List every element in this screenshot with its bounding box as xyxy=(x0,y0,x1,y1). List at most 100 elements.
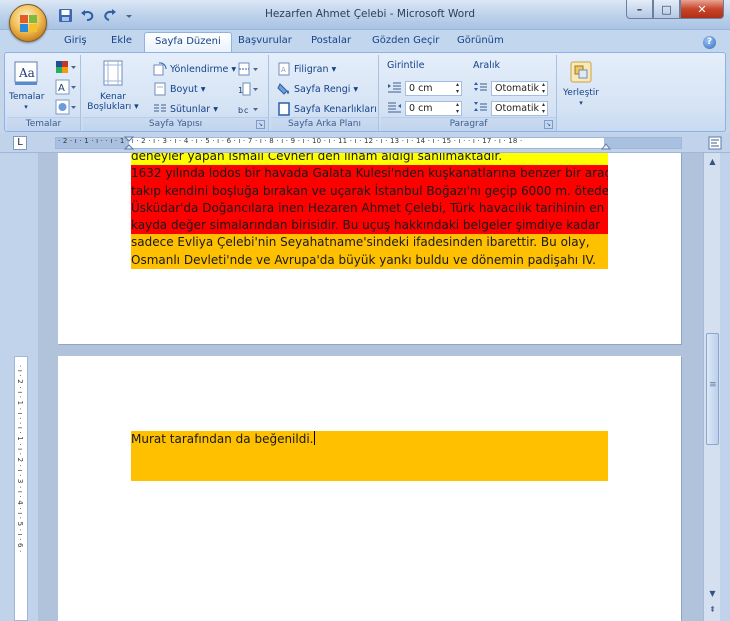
tab-gozden-gecir[interactable]: Gözden Geçir xyxy=(372,35,439,46)
svg-text:1: 1 xyxy=(238,86,243,95)
page-1[interactable]: deneyler yapan İsmail Cevheri den ilham … xyxy=(58,153,681,344)
space-before-icon xyxy=(474,82,487,91)
tab-ekle[interactable]: Ekle xyxy=(111,35,132,46)
page-borders-label: Sayfa Kenarlıkları xyxy=(294,103,377,115)
paragraph-launcher-icon[interactable]: ↘ xyxy=(544,120,553,129)
size-button[interactable]: Boyut ▾ xyxy=(153,81,206,97)
right-indent-icon[interactable] xyxy=(601,140,611,150)
tab-selector-icon[interactable]: L xyxy=(13,136,27,150)
first-line-indent-icon[interactable] xyxy=(124,136,134,150)
text-line: Osmanlı Devleti'nde ve Avrupa'da büyük y… xyxy=(131,251,608,270)
svg-text:A: A xyxy=(58,83,65,94)
group-yerlestir: Yerleştir ▾ xyxy=(559,55,603,131)
close-button[interactable]: ✕ xyxy=(680,0,724,19)
space-before-spinner[interactable]: Otomatik xyxy=(473,80,548,96)
margins-label-1: Kenar xyxy=(100,92,126,102)
indent-left-value[interactable]: 0 cm xyxy=(405,80,462,96)
svg-text:A: A xyxy=(281,66,286,74)
tab-postalar[interactable]: Postalar xyxy=(311,35,351,46)
hyphenation-icon[interactable]: bc xyxy=(238,101,260,117)
orientation-label: Yönlendirme xyxy=(170,63,229,75)
columns-icon xyxy=(154,104,166,112)
tab-sayfa-duzeni[interactable]: Sayfa Düzeni xyxy=(144,32,232,53)
watermark-text: dijitalders.com xyxy=(301,515,485,539)
orientation-button[interactable]: Yönlendirme ▾ xyxy=(153,61,236,77)
group-label-paragraf: Paragraf xyxy=(381,117,556,131)
word-window: Hezarfen Ahmet Çelebi - Microsoft Word –… xyxy=(0,0,730,621)
minimize-button[interactable]: – xyxy=(626,0,653,19)
tab-basvurular[interactable]: Başvurular xyxy=(238,35,292,46)
size-icon xyxy=(154,82,166,96)
page-color-icon xyxy=(277,83,289,95)
margins-button[interactable]: Kenar Boşlukları ▾ xyxy=(85,59,141,112)
orientation-icon xyxy=(153,62,167,76)
space-after-value[interactable]: Otomatik xyxy=(491,100,548,116)
group-temalar: Aa Temalar ▾ A Temalar xyxy=(7,55,81,131)
document-area: deneyler yapan İsmail Cevheri den ilham … xyxy=(38,153,703,621)
themes-button[interactable]: Aa Temalar ▾ xyxy=(9,59,45,112)
themes-icon: Aa xyxy=(14,61,38,85)
columns-label: Sütunlar xyxy=(170,103,211,115)
page-2[interactable]: Murat tarafından da beğenildi. dijitalde… xyxy=(58,356,681,621)
page2-paragraph[interactable]: Murat tarafından da beğenildi. dijitalde… xyxy=(131,431,608,537)
maximize-button[interactable]: □ xyxy=(653,0,680,19)
theme-colors-icon[interactable] xyxy=(55,59,77,75)
ruler-right-margin xyxy=(604,138,681,148)
group-label-temalar: Temalar xyxy=(7,117,80,131)
page-color-label: Sayfa Rengi xyxy=(294,83,351,95)
arrange-button[interactable]: Yerleştir ▾ xyxy=(561,61,601,108)
group-label-sayfa-arka-plani: Sayfa Arka Planı xyxy=(271,117,378,131)
horizontal-ruler[interactable]: · 2 · ı · 1 · ı · · ı · 1 · ı · 2 · ı · … xyxy=(55,136,682,150)
tab-gorunum[interactable]: Görünüm xyxy=(457,35,504,46)
view-ruler-icon[interactable] xyxy=(708,136,722,150)
ribbon: Aa Temalar ▾ A Temalar Kenar Boşlukları … xyxy=(4,52,726,132)
customize-toolbar-icon[interactable] xyxy=(124,8,139,23)
theme-fonts-icon[interactable]: A xyxy=(55,79,77,95)
space-after-spinner[interactable]: Otomatik xyxy=(473,100,548,116)
indent-right-value[interactable]: 0 cm xyxy=(405,100,462,116)
vertical-scrollbar[interactable]: ▲ ▼ ⇞ xyxy=(703,153,720,621)
indent-heading: Girintile xyxy=(387,60,425,71)
page-borders-icon xyxy=(278,102,290,116)
page-setup-launcher-icon[interactable]: ↘ xyxy=(256,120,265,129)
scroll-down-icon[interactable]: ▼ xyxy=(706,587,719,600)
office-button[interactable] xyxy=(9,4,47,42)
page2-text: Murat tarafından da beğenildi. xyxy=(131,432,314,446)
indent-right-spinner[interactable]: 0 cm xyxy=(387,100,462,116)
theme-effects-icon[interactable] xyxy=(55,99,77,115)
save-icon[interactable] xyxy=(58,8,73,23)
group-paragraf: Girintile Aralık 0 cm 0 cm Otomatik Otom… xyxy=(381,55,557,131)
scroll-up-icon[interactable]: ▲ xyxy=(706,155,719,168)
vertical-ruler[interactable]: · ı · 2 · ı · 1 · ı · · ı · 1 · ı · 2 · … xyxy=(14,356,28,621)
columns-button[interactable]: Sütunlar ▾ xyxy=(153,101,218,117)
space-before-value[interactable]: Otomatik xyxy=(491,80,548,96)
breaks-icon[interactable] xyxy=(238,61,260,77)
indent-left-icon xyxy=(388,82,401,93)
text-line: kayda değer simalarından birisidir. Bu u… xyxy=(131,217,608,235)
watermark-label: Filigran xyxy=(294,63,329,75)
size-label: Boyut xyxy=(170,83,198,95)
page-color-button[interactable]: Sayfa Rengi ▾ xyxy=(277,81,358,97)
window-controls: – □ ✕ xyxy=(626,0,724,19)
previous-page-icon[interactable]: ⇞ xyxy=(706,603,719,616)
window-title: Hezarfen Ahmet Çelebi - Microsoft Word xyxy=(264,8,476,20)
themes-label: Temalar xyxy=(9,92,45,102)
text-line: sadece Evliya Çelebi'nin Seyahatname'sin… xyxy=(131,234,608,252)
arrange-label: Yerleştir xyxy=(563,88,599,98)
text-line: deneyler yapan İsmail Cevheri den ilham … xyxy=(131,153,608,166)
page1-paragraph[interactable]: deneyler yapan İsmail Cevheri den ilham … xyxy=(131,153,608,270)
watermark-button[interactable]: A Filigran ▾ xyxy=(277,61,336,77)
text-line: takıp kendini boşluğa bırakan ve uçarak … xyxy=(131,182,608,200)
tab-giris[interactable]: Giriş xyxy=(64,35,87,46)
group-sayfa-yapisi: Kenar Boşlukları ▾ Yönlendirme ▾ Boyut ▾… xyxy=(83,55,269,131)
scroll-thumb[interactable] xyxy=(706,333,719,445)
help-icon[interactable]: ? xyxy=(703,36,716,49)
undo-icon[interactable] xyxy=(80,8,95,23)
redo-icon[interactable] xyxy=(102,8,117,23)
indent-left-spinner[interactable]: 0 cm xyxy=(387,80,462,96)
line-numbers-icon[interactable]: 1 xyxy=(238,81,260,97)
space-after-icon xyxy=(474,102,487,111)
text-line: 1632 yılında lodos bir havada Galata Kul… xyxy=(131,165,608,183)
page-borders-button[interactable]: Sayfa Kenarlıkları xyxy=(277,101,377,117)
svg-text:b: b xyxy=(238,106,243,115)
